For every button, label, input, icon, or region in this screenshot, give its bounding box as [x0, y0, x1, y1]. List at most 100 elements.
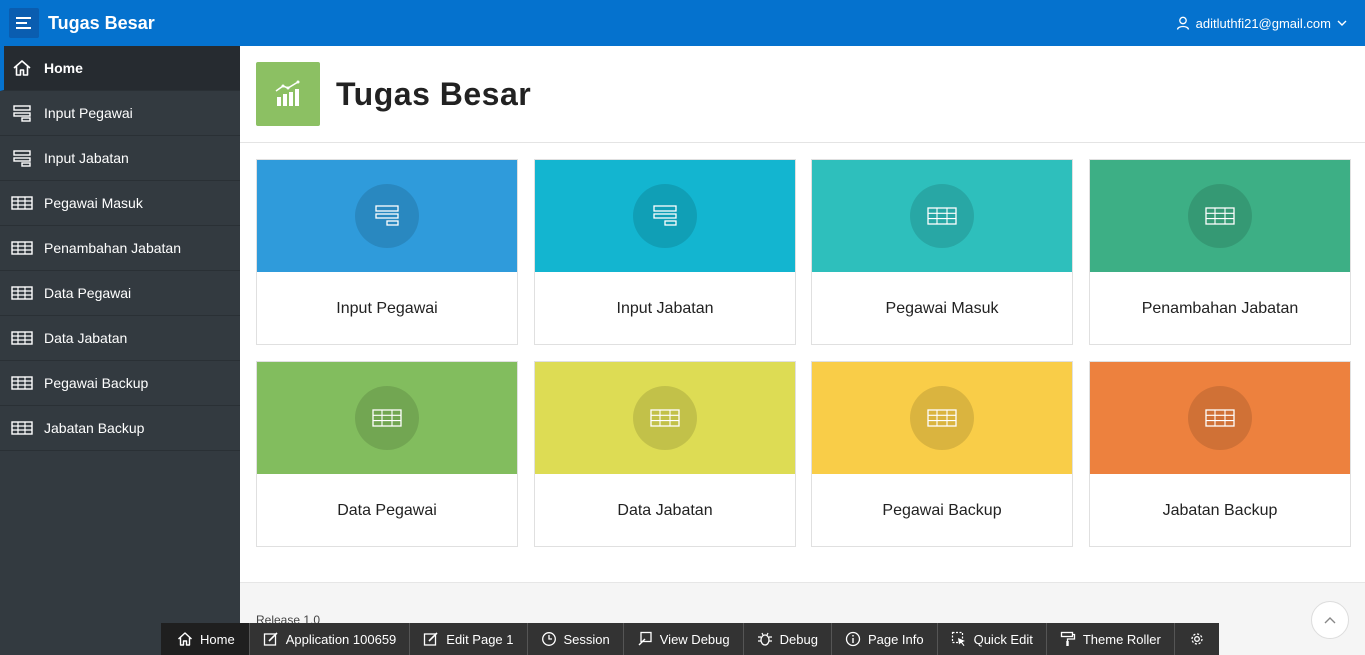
devbar-label: Debug	[779, 631, 818, 647]
devbar-label: Application 100659	[285, 631, 397, 647]
table-icon	[355, 386, 419, 450]
card-color-band	[257, 362, 517, 474]
sidebar-item-data-jabatan[interactable]: Data Jabatan	[0, 316, 240, 361]
app-title[interactable]: Tugas Besar	[48, 13, 155, 34]
app-header: Tugas Besar aditluthfi21@gmail.com	[0, 0, 1365, 46]
hamburger-icon	[16, 17, 31, 29]
card-label: Data Jabatan	[617, 501, 713, 519]
card-label: Pegawai Masuk	[885, 299, 999, 317]
sidebar-item-jabatan-backup[interactable]: Jabatan Backup	[0, 406, 240, 451]
devbar-settings-button[interactable]	[1175, 623, 1219, 655]
sidebar-item-pegawai-masuk[interactable]: Pegawai Masuk	[0, 181, 240, 226]
sidebar-item-label: Data Jabatan	[44, 330, 128, 346]
card-color-band	[535, 362, 795, 474]
user-menu[interactable]: aditluthfi21@gmail.com	[1176, 0, 1347, 46]
table-icon	[10, 371, 34, 395]
devbar-view-debug-button[interactable]: View Debug	[624, 623, 744, 655]
developer-toolbar: Home Application 100659 Edit Page 1 Sess…	[161, 623, 1219, 655]
card-data-jabatan[interactable]: Data Jabatan	[534, 361, 796, 547]
sidebar-item-label: Input Pegawai	[44, 105, 133, 121]
devbar-label: Page Info	[867, 631, 924, 647]
form-icon	[355, 184, 419, 248]
chart-icon	[256, 62, 320, 126]
card-label: Input Jabatan	[616, 299, 714, 317]
table-icon	[910, 386, 974, 450]
scroll-to-top-button[interactable]	[1311, 601, 1349, 639]
card-color-band	[1090, 160, 1350, 272]
card-data-pegawai[interactable]: Data Pegawai	[256, 361, 518, 547]
page-title: Tugas Besar	[336, 75, 532, 112]
sidebar-item-data-pegawai[interactable]: Data Pegawai	[0, 271, 240, 316]
devbar-label: Session	[563, 631, 610, 647]
edit-icon	[424, 632, 438, 646]
sidebar-item-label: Penambahan Jabatan	[44, 240, 181, 256]
gear-icon	[1191, 633, 1203, 645]
card-color-band	[812, 362, 1072, 474]
clock-icon	[541, 632, 556, 646]
sidebar-item-label: Home	[44, 60, 83, 76]
sidebar-item-label: Input Jabatan	[44, 150, 129, 166]
devbar-session-button[interactable]: Session	[528, 623, 624, 655]
sidebar-item-input-jabatan[interactable]: Input Jabatan	[0, 136, 240, 181]
view-debug-icon	[638, 631, 652, 646]
card-label: Jabatan Backup	[1162, 501, 1278, 519]
card-jabatan-backup[interactable]: Jabatan Backup	[1089, 361, 1351, 547]
table-icon	[910, 184, 974, 248]
hero-region: Tugas Besar	[240, 46, 1365, 143]
home-icon	[10, 56, 34, 80]
table-icon	[10, 416, 34, 440]
card-color-band	[257, 160, 517, 272]
card-color-band	[1090, 362, 1350, 474]
user-email: aditluthfi21@gmail.com	[1195, 15, 1331, 31]
card-pegawai-backup[interactable]: Pegawai Backup	[811, 361, 1073, 547]
sidebar-item-input-pegawai[interactable]: Input Pegawai	[0, 91, 240, 136]
sidebar-item-pegawai-backup[interactable]: Pegawai Backup	[0, 361, 240, 406]
sidebar-item-label: Jabatan Backup	[44, 420, 145, 436]
bug-icon	[757, 632, 772, 646]
table-icon	[1188, 184, 1252, 248]
card-penambahan-jabatan[interactable]: Penambahan Jabatan	[1089, 159, 1351, 345]
main-content: Tugas Besar Input Pegawai Input Jabatan	[240, 46, 1365, 655]
card-label: Pegawai Backup	[882, 501, 1002, 519]
card-label: Data Pegawai	[337, 501, 437, 519]
devbar-theme-roller-button[interactable]: Theme Roller	[1047, 623, 1175, 655]
paint-roller-icon	[1060, 631, 1075, 646]
form-icon	[633, 184, 697, 248]
card-input-jabatan[interactable]: Input Jabatan	[534, 159, 796, 345]
menu-toggle-button[interactable]	[9, 8, 39, 38]
devbar-label: Home	[200, 631, 235, 647]
sidebar: Home Input Pegawai Input Jabatan Pegawai…	[0, 46, 240, 655]
devbar-debug-button[interactable]: Debug	[744, 623, 832, 655]
devbar-label: Edit Page 1	[446, 631, 514, 647]
sidebar-item-label: Pegawai Backup	[44, 375, 149, 391]
card-label: Input Pegawai	[336, 299, 438, 317]
table-icon	[1188, 386, 1252, 450]
table-icon	[10, 281, 34, 305]
card-input-pegawai[interactable]: Input Pegawai	[256, 159, 518, 345]
info-icon	[845, 631, 861, 647]
card-color-band	[812, 160, 1072, 272]
devbar-page-info-button[interactable]: Page Info	[832, 623, 938, 655]
devbar-edit-page-button[interactable]: Edit Page 1	[410, 623, 528, 655]
table-icon	[10, 326, 34, 350]
sidebar-item-home[interactable]: Home	[0, 46, 240, 91]
sidebar-item-label: Data Pegawai	[44, 285, 132, 301]
edit-icon	[263, 632, 278, 646]
form-icon	[10, 146, 34, 170]
card-pegawai-masuk[interactable]: Pegawai Masuk	[811, 159, 1073, 345]
devbar-label: View Debug	[659, 631, 730, 647]
table-icon	[10, 191, 34, 215]
card-label: Penambahan Jabatan	[1141, 299, 1299, 317]
table-icon	[633, 386, 697, 450]
table-icon	[10, 236, 34, 260]
sidebar-item-penambahan-jabatan[interactable]: Penambahan Jabatan	[0, 226, 240, 271]
devbar-quick-edit-button[interactable]: Quick Edit	[938, 623, 1047, 655]
sidebar-item-label: Pegawai Masuk	[44, 195, 143, 211]
user-icon	[1176, 16, 1189, 30]
card-color-band	[535, 160, 795, 272]
devbar-application-button[interactable]: Application 100659	[250, 623, 411, 655]
devbar-label: Quick Edit	[973, 631, 1033, 647]
home-icon	[178, 632, 192, 646]
cursor-icon	[951, 631, 965, 646]
devbar-home-button[interactable]: Home	[161, 623, 250, 655]
